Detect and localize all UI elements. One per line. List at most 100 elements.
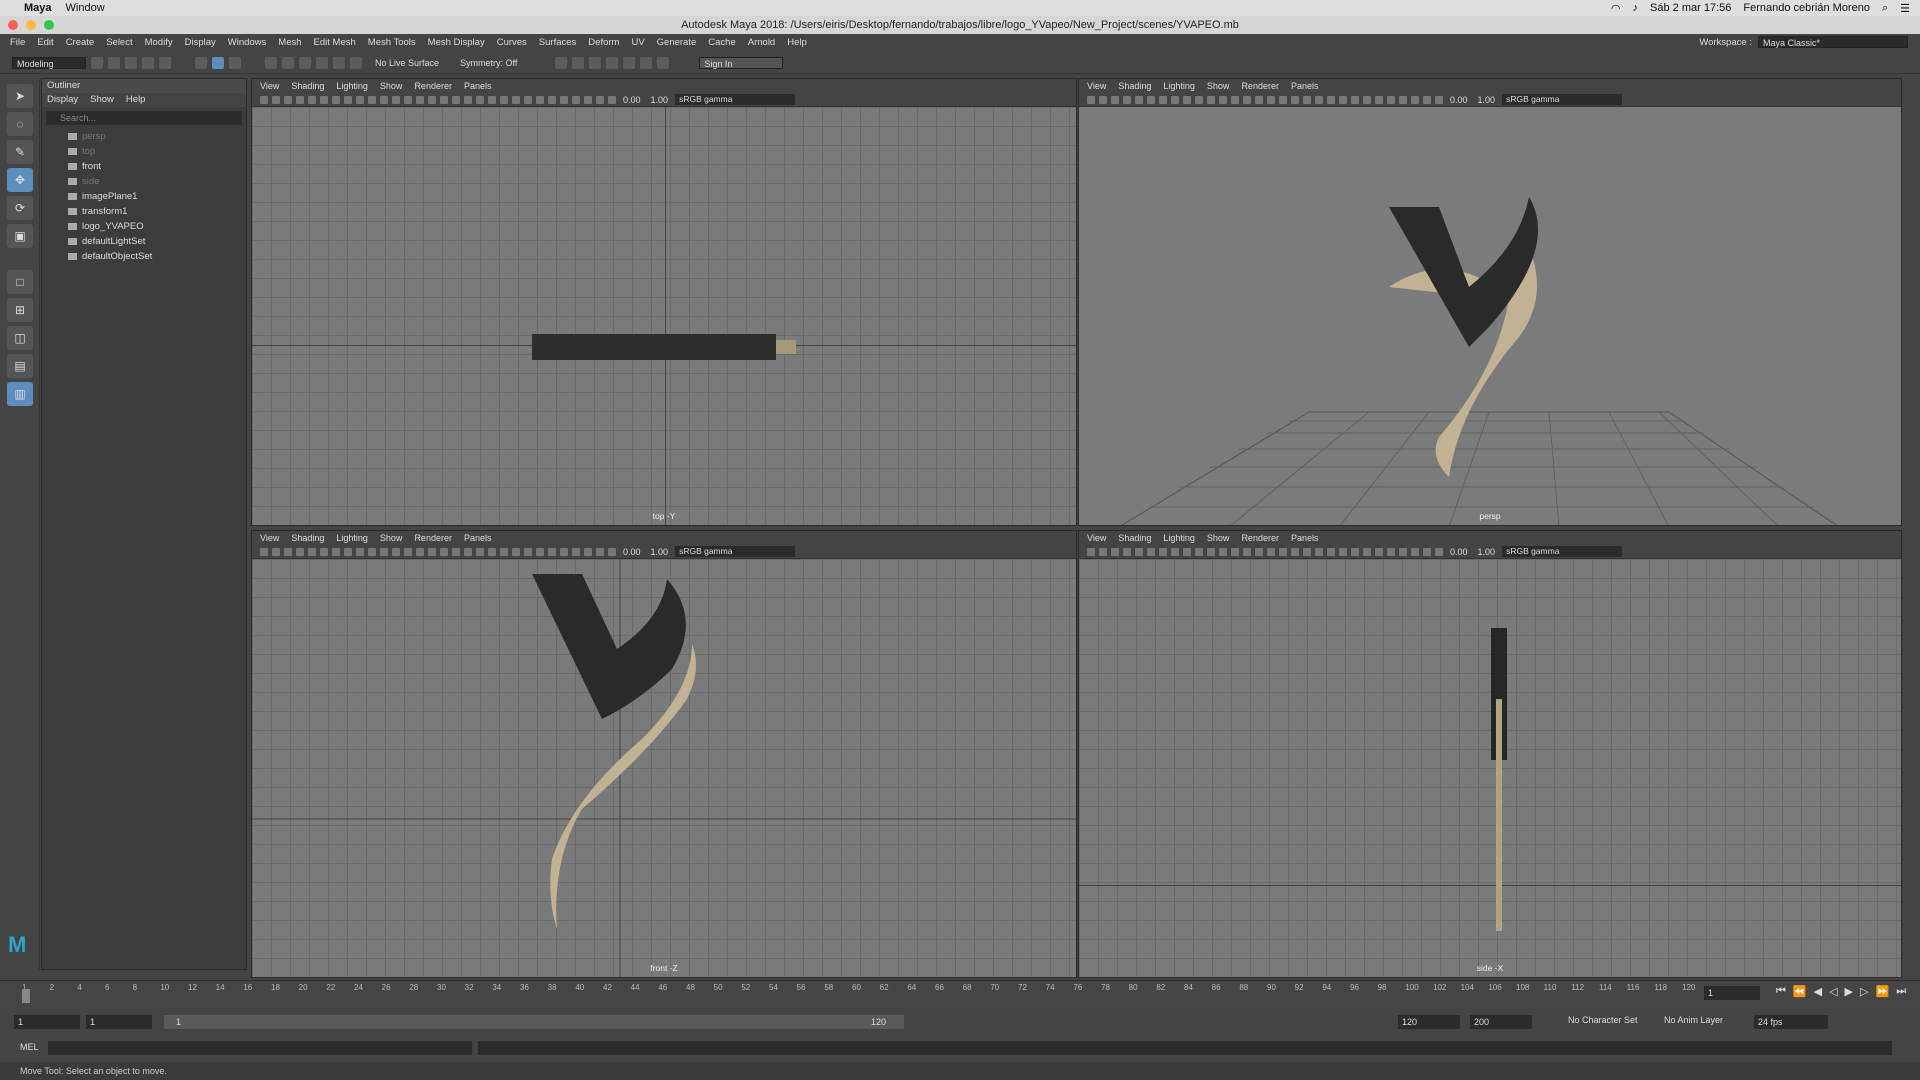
- viewport-tool-icon[interactable]: [608, 547, 616, 556]
- ipr-icon[interactable]: [589, 56, 602, 69]
- arnold-render-icon[interactable]: [640, 56, 653, 69]
- viewport-tool-icon[interactable]: [1219, 547, 1227, 556]
- gamma-field[interactable]: 1.00: [1475, 95, 1499, 105]
- viewport-tool-icon[interactable]: [332, 95, 340, 104]
- viewport-tool-icon[interactable]: [500, 547, 508, 556]
- character-set-dropdown[interactable]: No Character Set: [1568, 1015, 1638, 1025]
- viewport-tool-icon[interactable]: [1315, 95, 1323, 104]
- viewport-menu-view[interactable]: View: [1087, 531, 1106, 545]
- viewport-tool-icon[interactable]: [1231, 547, 1239, 556]
- logo-mesh-top[interactable]: [532, 334, 776, 360]
- viewport-tool-icon[interactable]: [524, 547, 532, 556]
- step-back-frame-icon[interactable]: ◀: [1814, 985, 1822, 998]
- zoom-button[interactable]: [44, 20, 54, 30]
- menu-uv[interactable]: UV: [631, 37, 644, 48]
- viewport-tool-icon[interactable]: [572, 95, 580, 104]
- viewport-tool-icon[interactable]: [1255, 547, 1263, 556]
- viewport-menu-lighting[interactable]: Lighting: [336, 79, 368, 93]
- redo-icon[interactable]: [159, 56, 171, 69]
- viewport-tool-icon[interactable]: [1255, 95, 1263, 104]
- viewport-tool-icon[interactable]: [260, 95, 268, 104]
- menu-set-dropdown[interactable]: Modeling: [12, 56, 86, 69]
- menu-edit-mesh[interactable]: Edit Mesh: [314, 37, 356, 48]
- viewport-side[interactable]: side -X View Shading Lighting Show Renderer P…: [1078, 530, 1902, 978]
- step-forward-key-icon[interactable]: ⏩: [1875, 985, 1889, 998]
- single-view-icon[interactable]: □: [7, 270, 33, 294]
- viewport-tool-icon[interactable]: [596, 547, 604, 556]
- viewport-tool-icon[interactable]: [1207, 95, 1215, 104]
- viewport-menu-lighting[interactable]: Lighting: [336, 531, 368, 545]
- viewport-tool-icon[interactable]: [488, 547, 496, 556]
- outliner-item[interactable]: persp: [42, 129, 246, 144]
- viewport-tool-icon[interactable]: [320, 547, 328, 556]
- viewport-tool-icon[interactable]: [416, 95, 424, 104]
- time-slider[interactable]: 1 2 4 6 8 10 12 14 16 18 20 22 24 26 28 30 32 34 36 38 40 42 4…: [0, 980, 1920, 1004]
- app-menu[interactable]: Maya: [24, 2, 52, 14]
- rotate-tool-icon[interactable]: ⟳: [7, 196, 33, 220]
- menu-help[interactable]: Help: [787, 37, 807, 48]
- outliner-item[interactable]: side: [42, 174, 246, 189]
- viewport-tool-icon[interactable]: [344, 547, 352, 556]
- outliner-item[interactable]: defaultLightSet: [42, 234, 246, 249]
- color-space-dropdown[interactable]: sRGB gamma: [675, 546, 796, 557]
- menu-generate[interactable]: Generate: [657, 37, 697, 48]
- viewport-tool-icon[interactable]: [596, 95, 604, 104]
- playback-end-field[interactable]: 120: [1398, 1015, 1460, 1029]
- viewport-tool-icon[interactable]: [1195, 547, 1203, 556]
- workspace-dropdown[interactable]: Maya Classic*: [1758, 36, 1908, 48]
- viewport-tool-icon[interactable]: [1099, 547, 1107, 556]
- menu-windows[interactable]: Windows: [228, 37, 267, 48]
- viewport-tool-icon[interactable]: [320, 95, 328, 104]
- viewport-tool-icon[interactable]: [1291, 547, 1299, 556]
- viewport-tool-icon[interactable]: [440, 95, 448, 104]
- viewport-menu-view[interactable]: View: [260, 531, 279, 545]
- viewport-tool-icon[interactable]: [1195, 95, 1203, 104]
- viewport-tool-icon[interactable]: [368, 95, 376, 104]
- viewport-tool-icon[interactable]: [560, 547, 568, 556]
- viewport-menu-show[interactable]: Show: [380, 79, 403, 93]
- render-icon[interactable]: [555, 56, 568, 69]
- viewport-tool-icon[interactable]: [1183, 547, 1191, 556]
- menu-display[interactable]: Display: [185, 37, 216, 48]
- viewport-tool-icon[interactable]: [1399, 547, 1407, 556]
- outliner-item[interactable]: imagePlane1: [42, 189, 246, 204]
- pause-icon[interactable]: [657, 56, 670, 69]
- window-menu[interactable]: Window: [66, 2, 105, 14]
- viewport-tool-icon[interactable]: [536, 547, 544, 556]
- viewport-tool-icon[interactable]: [380, 547, 388, 556]
- viewport-tool-icon[interactable]: [392, 95, 400, 104]
- viewport-tool-icon[interactable]: [380, 95, 388, 104]
- viewport-tool-icon[interactable]: [1279, 547, 1287, 556]
- viewport-tool-icon[interactable]: [1411, 95, 1419, 104]
- gamma-field[interactable]: 1.00: [1475, 547, 1499, 557]
- viewport-tool-icon[interactable]: [512, 547, 520, 556]
- viewport-tool-icon[interactable]: [1279, 95, 1287, 104]
- viewport-tool-icon[interactable]: [284, 95, 292, 104]
- go-to-end-icon[interactable]: ⏭: [1896, 985, 1906, 998]
- viewport-tool-icon[interactable]: [1243, 547, 1251, 556]
- paint-select-icon[interactable]: ✎: [7, 140, 33, 164]
- viewport-tool-icon[interactable]: [404, 95, 412, 104]
- viewport-tool-icon[interactable]: [356, 95, 364, 104]
- anim-layer-dropdown[interactable]: No Anim Layer: [1664, 1015, 1723, 1025]
- viewport-tool-icon[interactable]: [1231, 95, 1239, 104]
- go-to-start-icon[interactable]: ⏮: [1776, 985, 1786, 998]
- color-space-dropdown[interactable]: sRGB gamma: [1502, 94, 1623, 105]
- play-backward-icon[interactable]: ◁: [1829, 985, 1837, 998]
- viewport-tool-icon[interactable]: [1087, 95, 1095, 104]
- viewport-tool-icon[interactable]: [440, 547, 448, 556]
- viewport-tool-icon[interactable]: [548, 95, 556, 104]
- volume-icon[interactable]: ♪: [1633, 2, 1639, 14]
- viewport-menu-panels[interactable]: Panels: [464, 79, 492, 93]
- menu-create[interactable]: Create: [66, 37, 95, 48]
- viewport-tool-icon[interactable]: [584, 547, 592, 556]
- close-button[interactable]: [8, 20, 18, 30]
- viewport-tool-icon[interactable]: [1435, 547, 1443, 556]
- viewport-menu-view[interactable]: View: [1087, 79, 1106, 93]
- color-space-dropdown[interactable]: sRGB gamma: [1502, 546, 1623, 557]
- viewport-menu-renderer[interactable]: Renderer: [414, 79, 452, 93]
- viewport-tool-icon[interactable]: [476, 547, 484, 556]
- viewport-tool-icon[interactable]: [1099, 95, 1107, 104]
- viewport-tool-icon[interactable]: [572, 547, 580, 556]
- snap-grid-icon[interactable]: [265, 56, 277, 69]
